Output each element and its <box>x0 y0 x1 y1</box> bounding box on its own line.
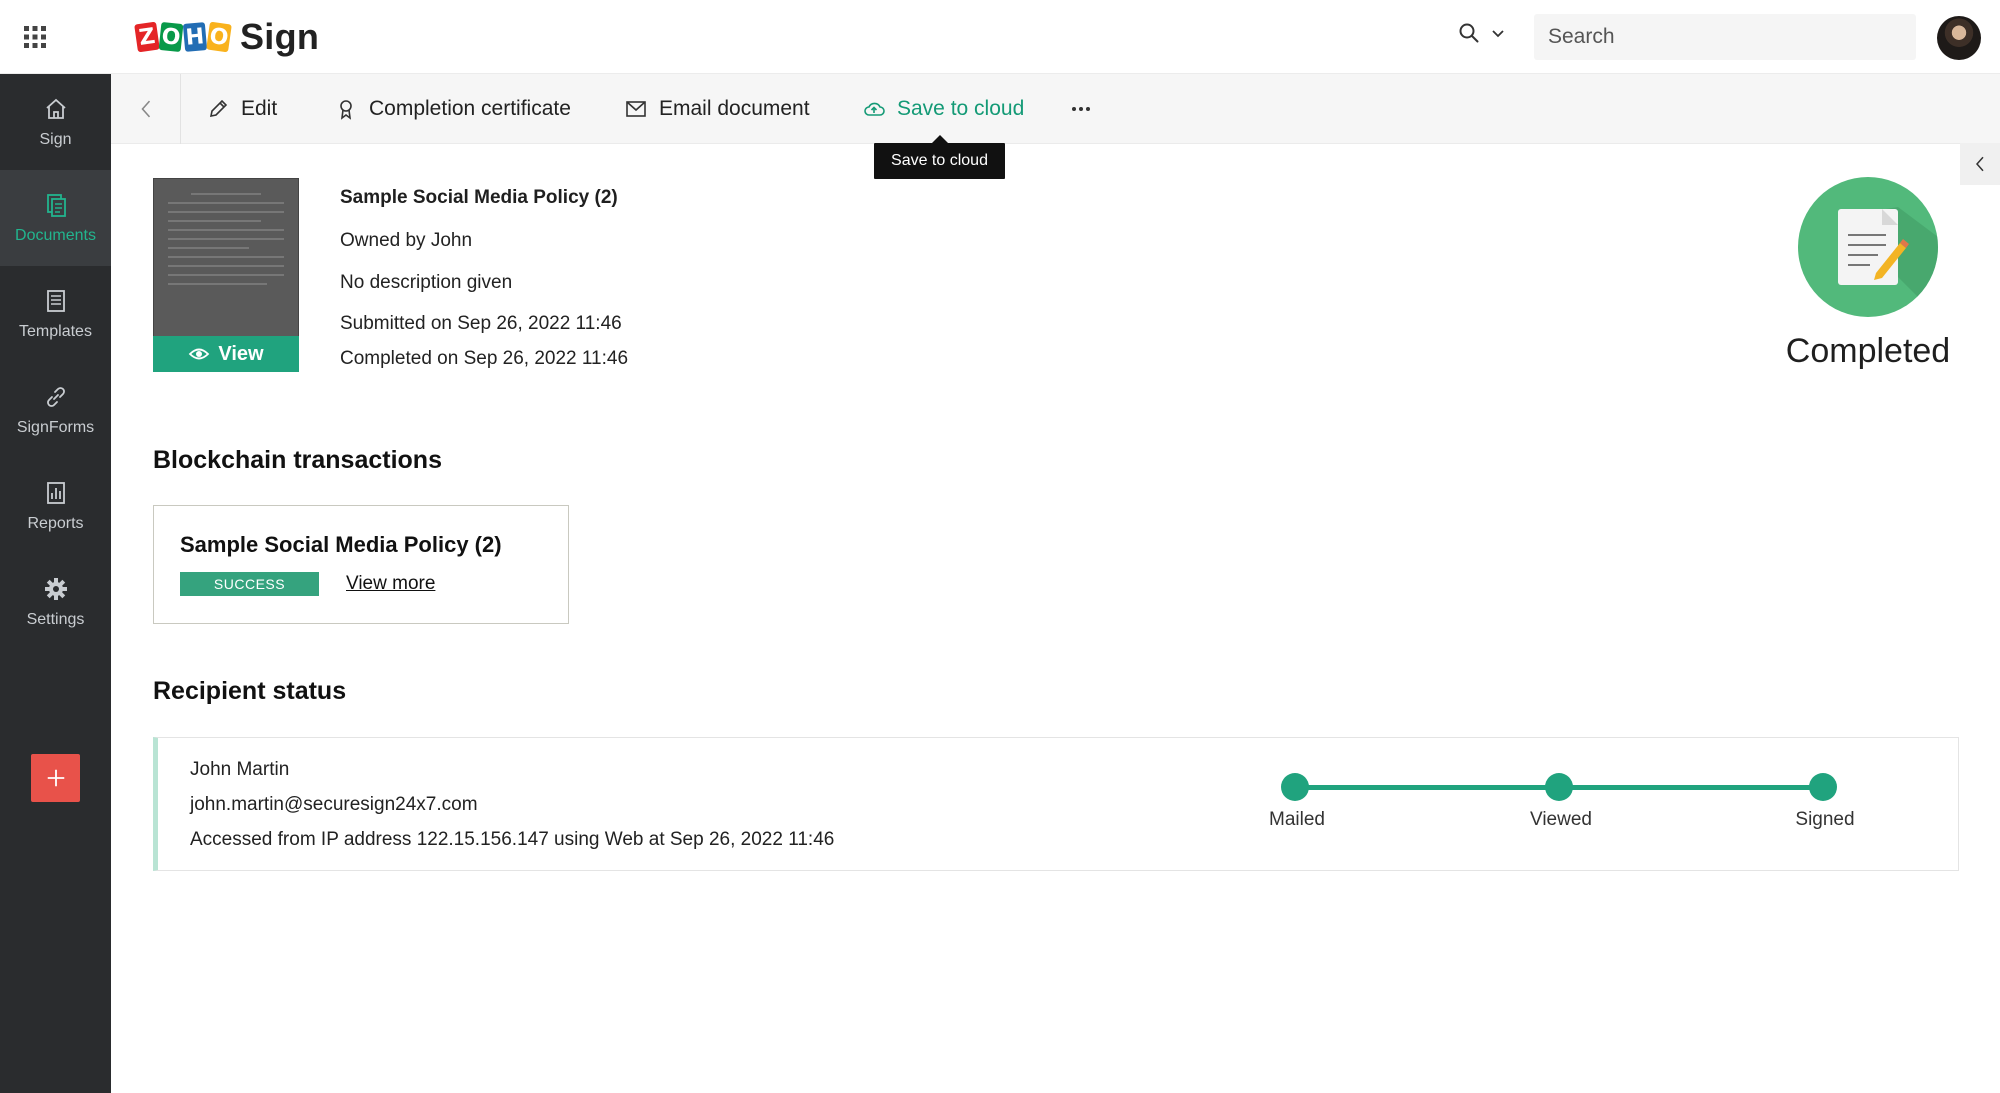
ribbon-icon <box>340 100 352 120</box>
status-step-dot <box>1545 773 1573 801</box>
documents-icon <box>46 194 66 217</box>
templates-icon <box>46 290 65 312</box>
mail-icon <box>626 101 646 117</box>
logo-letter-o: O <box>206 21 232 53</box>
sidebar-item-label: Sign <box>39 131 72 148</box>
sidebar-item-label: Settings <box>26 611 85 628</box>
email-document-label: Email document <box>659 97 810 120</box>
recipient-card: John Martin john.martin@securesign24x7.c… <box>153 737 1959 871</box>
zoho-sign-logo[interactable]: Z O H O Sign <box>134 16 320 58</box>
recipient-access-info: Accessed from IP address 122.15.156.147 … <box>190 829 835 850</box>
avatar[interactable] <box>1937 16 1981 60</box>
apps-grid-icon[interactable] <box>22 24 48 50</box>
reports-icon <box>46 482 65 504</box>
completed-date: Completed on Sep 26, 2022 11:46 <box>340 348 629 369</box>
completion-certificate-button[interactable]: Completion certificate <box>335 74 571 144</box>
collapse-panel-button[interactable] <box>1960 143 2000 185</box>
sidebar-item-label: Reports <box>27 515 84 532</box>
logo-letter-o: O <box>158 21 184 53</box>
top-bar: Z O H O Sign <box>0 0 2000 74</box>
document-toolbar: Edit Completion certificate Email docume… <box>111 74 2000 144</box>
document-description: No description given <box>340 272 513 293</box>
sidebar-item-signforms[interactable]: SignForms <box>0 362 111 458</box>
sidebar-item-label: Documents <box>15 227 96 244</box>
completed-status-icon <box>1798 177 1938 317</box>
document-status: Completed <box>1785 332 1951 370</box>
recipient-name: John Martin <box>190 759 290 780</box>
view-document-button[interactable]: View <box>153 336 299 372</box>
email-document-button[interactable]: Email document <box>625 74 810 144</box>
add-button[interactable] <box>31 754 80 802</box>
status-step-label: Viewed <box>1530 809 1592 830</box>
status-step-label: Signed <box>1795 809 1855 830</box>
chevron-left-icon <box>1975 156 1984 172</box>
gear-icon <box>44 578 67 600</box>
eye-icon <box>189 348 210 360</box>
search-icon[interactable] <box>1458 22 1480 44</box>
edit-button[interactable]: Edit <box>207 74 277 144</box>
save-to-cloud-label: Save to cloud <box>897 97 1025 120</box>
sidebar: Sign Documents Templates SignForms Repor… <box>0 74 111 1093</box>
document-title: Sample Social Media Policy (2) <box>340 187 618 208</box>
link-icon <box>46 387 65 407</box>
logo-letter-z: Z <box>134 21 160 53</box>
recipient-email: john.martin@securesign24x7.com <box>190 794 478 815</box>
view-more-link[interactable]: View more <box>346 573 435 595</box>
product-name: Sign <box>240 16 320 57</box>
sidebar-item-templates[interactable]: Templates <box>0 266 111 362</box>
sidebar-item-sign[interactable]: Sign <box>0 74 111 170</box>
search-input[interactable] <box>1534 14 1916 60</box>
recipient-section-title: Recipient status <box>153 677 347 705</box>
logo-letter-h: H <box>182 22 208 52</box>
completion-certificate-label: Completion certificate <box>369 97 571 120</box>
pencil-icon <box>209 99 228 118</box>
submitted-date: Submitted on Sep 26, 2022 11:46 <box>340 313 622 334</box>
chevron-down-icon[interactable] <box>1490 26 1506 42</box>
status-badge: SUCCESS <box>180 572 319 596</box>
zoho-logo-mark: Z O H O <box>134 21 232 53</box>
blockchain-section-title: Blockchain transactions <box>153 446 442 474</box>
save-to-cloud-tooltip: Save to cloud <box>874 135 1005 179</box>
sidebar-item-reports[interactable]: Reports <box>0 458 111 554</box>
blockchain-card: Sample Social Media Policy (2) SUCCESS V… <box>153 505 569 624</box>
save-to-cloud-button[interactable]: Save to cloud <box>863 74 1024 144</box>
cloud-upload-icon <box>864 102 885 116</box>
sidebar-item-settings[interactable]: Settings <box>0 554 111 650</box>
blockchain-document-name: Sample Social Media Policy (2) <box>180 532 502 557</box>
more-horizontal-icon <box>1072 107 1090 111</box>
sidebar-item-label: Templates <box>19 323 92 340</box>
status-step-dot <box>1281 773 1309 801</box>
sidebar-item-documents[interactable]: Documents <box>0 170 111 266</box>
chevron-left-icon <box>140 100 150 118</box>
sidebar-item-label: SignForms <box>16 419 95 436</box>
status-step-label: Mailed <box>1269 809 1325 830</box>
view-label: View <box>218 342 264 365</box>
home-icon <box>45 98 66 119</box>
status-step-dot <box>1809 773 1837 801</box>
back-button[interactable] <box>111 74 181 144</box>
plus-icon <box>47 769 64 787</box>
edit-label: Edit <box>241 97 278 120</box>
more-options-button[interactable] <box>1070 74 1092 144</box>
document-owner: Owned by John <box>340 230 473 251</box>
